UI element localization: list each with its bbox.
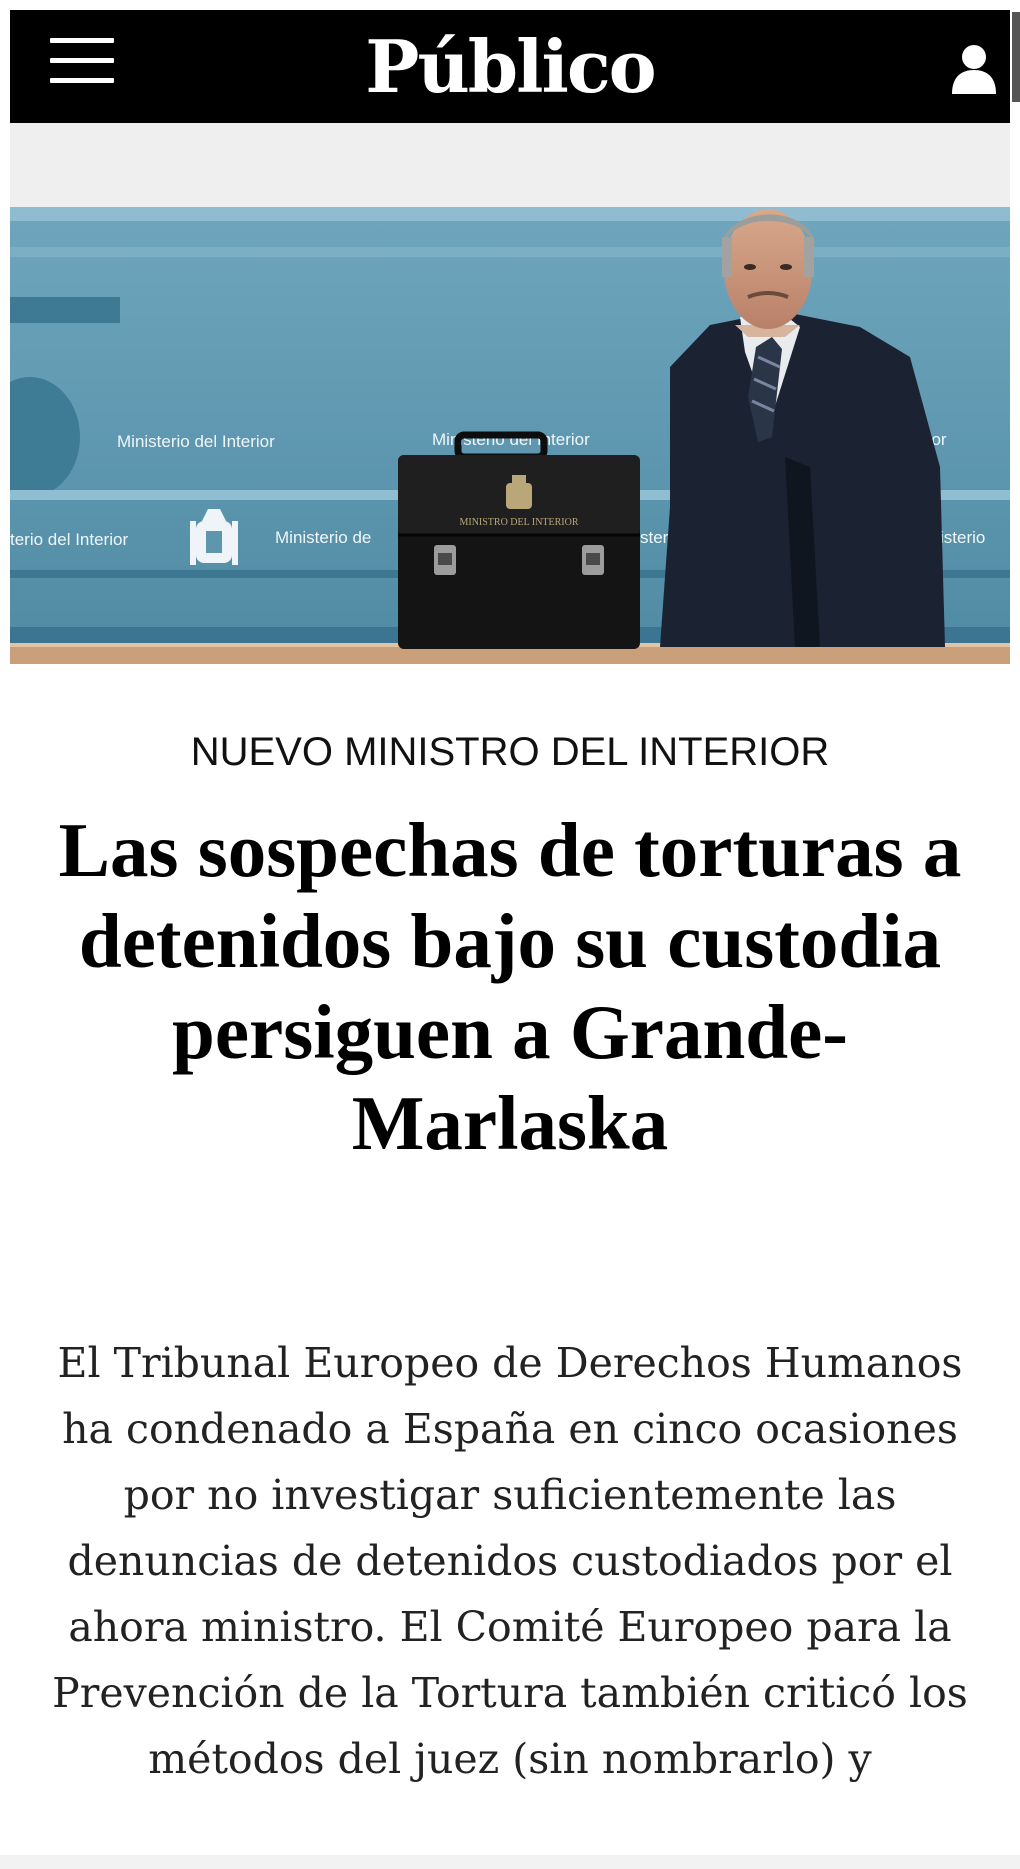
briefcase: MINISTRO DEL INTERIOR [398,431,640,649]
backdrop-text: Ministerio del Interior [117,432,275,451]
article-headline[interactable]: Las sospechas de torturas a detenidos ba… [30,805,990,1169]
scrollbar[interactable] [1012,12,1020,102]
hamburger-menu-icon[interactable] [44,38,120,92]
backdrop-text: isterio [940,528,985,547]
article-lede: El Tribunal Europeo de Derechos Humanos … [52,1339,968,1783]
site-logo[interactable]: Público [365,30,656,103]
page-bottom-edge [0,1855,1020,1869]
user-icon[interactable] [950,42,998,94]
article-kicker: NUEVO MINISTRO DEL INTERIOR [190,730,830,774]
hero-image[interactable]: Ministerio del Interior Ministerio del I… [10,207,1010,664]
site-header: Público [10,10,1010,123]
backdrop-text: terio del Interior [10,530,128,549]
backdrop-text: Ministerio de [275,528,371,547]
briefcase-text: MINISTRO DEL INTERIOR [459,517,578,528]
ad-placeholder [10,123,1010,207]
